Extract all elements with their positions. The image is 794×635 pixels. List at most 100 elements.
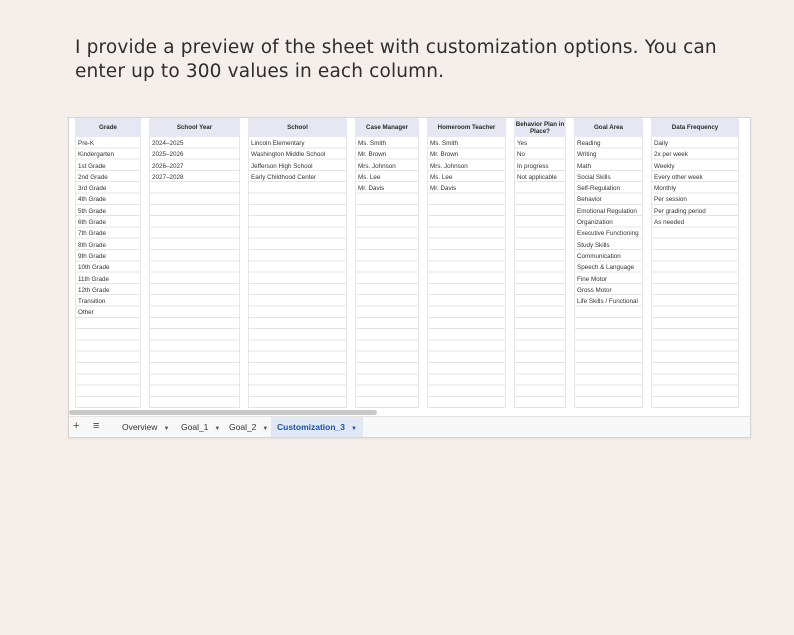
table-cell[interactable]: Behavior — [574, 194, 643, 205]
table-cell[interactable]: Lincoln Elementary — [248, 138, 347, 149]
table-cell[interactable]: Washington Middle School — [248, 149, 347, 160]
table-cell[interactable]: Mr. Davis — [355, 183, 419, 194]
chevron-down-icon[interactable]: ▼ — [214, 426, 220, 432]
column-header[interactable]: Homeroom Teacher — [427, 118, 506, 137]
table-cell[interactable]: Per grading period — [651, 206, 739, 217]
table-cell[interactable]: Mrs. Johnson — [355, 161, 419, 172]
table-cell[interactable]: 4th Grade — [75, 194, 141, 205]
table-cell[interactable]: 2025–2026 — [149, 149, 240, 160]
column-cells: Ms. Smith Mr. Brown Mrs. Johnson Ms. Lee Mr.… — [427, 138, 506, 194]
tab-label: Goal_1 — [181, 422, 209, 432]
table-cell[interactable]: Not applicable — [514, 172, 566, 183]
table-cell[interactable]: Daily — [651, 138, 739, 149]
table-cell[interactable]: Every other week — [651, 172, 739, 183]
table-cell[interactable]: 5th Grade — [75, 206, 141, 217]
table-cell[interactable]: 3rd Grade — [75, 183, 141, 194]
table-cell[interactable]: Ms. Smith — [355, 138, 419, 149]
table-cell[interactable]: Mr. Brown — [355, 149, 419, 160]
tab-overview[interactable]: Overview ▼ — [116, 417, 175, 437]
table-cell[interactable]: No — [514, 149, 566, 160]
table-cell[interactable]: Emotional Regulation — [574, 206, 643, 217]
table-cell[interactable]: Speech & Language — [574, 262, 643, 273]
tab-label: Goal_2 — [229, 422, 257, 432]
table-cell[interactable]: Self-Regulation — [574, 183, 643, 194]
table-cell[interactable]: Other — [75, 307, 141, 318]
tab-goal-1[interactable]: Goal_1 ▼ — [175, 417, 226, 437]
table-cell[interactable]: Jefferson High School — [248, 161, 347, 172]
sheet-column: Case Manager Ms. Smith Mr. Brown Mrs. Johns… — [355, 118, 419, 408]
tab-customization-3[interactable]: Customization_3 ▼ — [271, 417, 363, 437]
column-cells: Daily 2x per week Weekly Every other week Mo… — [651, 138, 739, 228]
tab-goal-2[interactable]: Goal_2 ▼ — [223, 417, 274, 437]
table-cell[interactable]: Mrs. Johnson — [427, 161, 506, 172]
tab-label: Overview — [122, 422, 158, 432]
sheet-column: Grade Pre-K Kindergarten 1st Grade 2nd Grade… — [75, 118, 141, 408]
table-cell[interactable]: As needed — [651, 217, 739, 228]
column-cells: Pre-K Kindergarten 1st Grade 2nd Grade 3rd G… — [75, 138, 141, 319]
chevron-down-icon[interactable]: ▼ — [351, 426, 357, 432]
column-cells: Reading Writing Math Social Skills Self-Regu… — [574, 138, 643, 307]
table-cell[interactable]: Communication — [574, 251, 643, 262]
column-header[interactable]: Goal Area — [574, 118, 643, 137]
table-cell[interactable]: Writing — [574, 149, 643, 160]
column-header[interactable]: School — [248, 118, 347, 137]
plus-icon[interactable]: + — [73, 420, 79, 432]
table-cell[interactable]: Study Skills — [574, 240, 643, 251]
table-cell[interactable]: Monthly — [651, 183, 739, 194]
column-cells: 2024–2025 2025–2026 2026–2027 2027–2028 — [149, 138, 240, 183]
column-cells: Yes No In progress Not applicable — [514, 138, 566, 183]
table-cell[interactable]: 12th Grade — [75, 285, 141, 296]
table-cell[interactable]: Early Childhood Center — [248, 172, 347, 183]
column-header[interactable]: Behavior Plan in Place? — [514, 118, 566, 137]
table-cell[interactable]: Weekly — [651, 161, 739, 172]
chevron-down-icon[interactable]: ▼ — [163, 426, 169, 432]
horizontal-scrollbar[interactable] — [69, 410, 377, 415]
table-cell[interactable]: Math — [574, 161, 643, 172]
table-cell[interactable]: 6th Grade — [75, 217, 141, 228]
table-cell[interactable]: Ms. Lee — [355, 172, 419, 183]
table-cell[interactable]: 2nd Grade — [75, 172, 141, 183]
table-cell[interactable]: In progress — [514, 161, 566, 172]
column-header[interactable]: Data Frequency — [651, 118, 739, 137]
table-cell[interactable]: 1st Grade — [75, 161, 141, 172]
table-cell[interactable]: Ms. Lee — [427, 172, 506, 183]
table-cell[interactable]: Life Skills / Functional — [574, 296, 643, 307]
table-cell[interactable]: 2026–2027 — [149, 161, 240, 172]
sheet-column: School Year 2024–2025 2025–2026 2026–2027 20… — [149, 118, 240, 408]
table-cell[interactable]: Social Skills — [574, 172, 643, 183]
table-cell[interactable]: 2x per week — [651, 149, 739, 160]
table-cell[interactable]: 2024–2025 — [149, 138, 240, 149]
table-cell[interactable]: 7th Grade — [75, 228, 141, 239]
sheet-column: School Lincoln Elementary Washington Middl… — [248, 118, 347, 408]
spreadsheet-preview: Grade Pre-K Kindergarten 1st Grade 2nd Grade… — [68, 117, 751, 438]
column-cells: Lincoln Elementary Washington Middle Scho… — [248, 138, 347, 183]
sheet-grid: Grade Pre-K Kindergarten 1st Grade 2nd Grade… — [69, 118, 750, 408]
table-cell[interactable]: 2027–2028 — [149, 172, 240, 183]
table-cell[interactable]: Mr. Davis — [427, 183, 506, 194]
table-cell[interactable]: Organization — [574, 217, 643, 228]
table-cell[interactable]: Reading — [574, 138, 643, 149]
hamburger-menu-icon[interactable]: ≡ — [93, 420, 99, 432]
table-cell[interactable]: Gross Motor — [574, 285, 643, 296]
column-cells: Ms. Smith Mr. Brown Mrs. Johnson Ms. Lee Mr.… — [355, 138, 419, 194]
chevron-down-icon[interactable]: ▼ — [262, 426, 268, 432]
table-cell[interactable]: Fine Motor — [574, 274, 643, 285]
table-cell[interactable]: 10th Grade — [75, 262, 141, 273]
table-cell[interactable]: Transition — [75, 296, 141, 307]
table-cell[interactable]: 11th Grade — [75, 274, 141, 285]
table-cell[interactable]: Mr. Brown — [427, 149, 506, 160]
column-header[interactable]: Case Manager — [355, 118, 419, 137]
column-header[interactable]: Grade — [75, 118, 141, 137]
table-cell[interactable]: Kindergarten — [75, 149, 141, 160]
tab-label: Customization_3 — [277, 422, 346, 432]
table-cell[interactable]: Per session — [651, 194, 739, 205]
table-cell[interactable]: Ms. Smith — [427, 138, 506, 149]
table-cell[interactable]: Pre-K — [75, 138, 141, 149]
column-header[interactable]: School Year — [149, 118, 240, 137]
sheet-column: Goal Area Reading Writing Math Social Skills… — [574, 118, 643, 408]
table-cell[interactable]: Executive Functioning — [574, 228, 643, 239]
table-cell[interactable]: 8th Grade — [75, 240, 141, 251]
sheet-column: Behavior Plan in Place? Yes No In progress N… — [514, 118, 566, 408]
table-cell[interactable]: 9th Grade — [75, 251, 141, 262]
table-cell[interactable]: Yes — [514, 138, 566, 149]
